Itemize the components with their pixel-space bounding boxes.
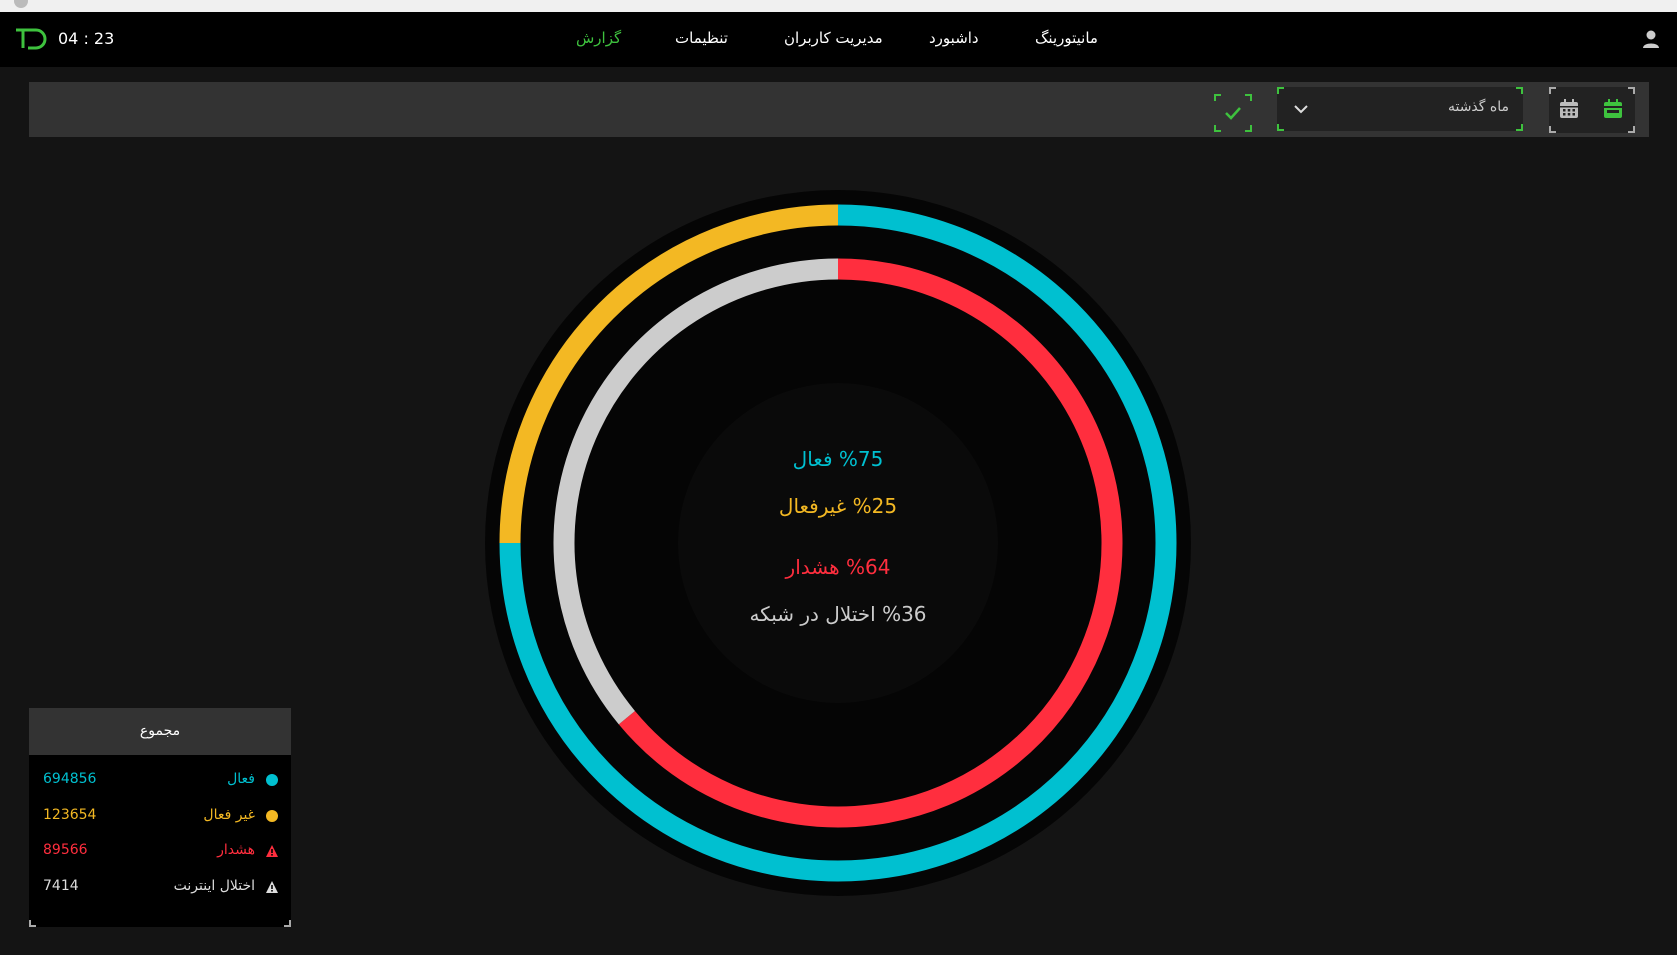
top-navbar: 04 : 23 مانیتورینگ داشبورد مدیریت کاربرا…: [0, 12, 1677, 67]
nav-report[interactable]: گزارش: [576, 29, 621, 47]
summary-row: هشدار 89566: [29, 839, 291, 863]
logo-icon: [16, 28, 47, 50]
center-label-inactive: %25 غیرفعال: [778, 494, 898, 518]
period-select-value: ماه گذشته: [1447, 99, 1509, 115]
donut-center-disc: [678, 383, 998, 703]
summary-value: 7414: [43, 878, 79, 894]
window-icon: [14, 0, 28, 8]
center-label-warning: %64 هشدار: [785, 555, 891, 579]
nav-monitoring[interactable]: مانیتورینگ: [1035, 29, 1098, 47]
summary-label: اختلال اینترنت: [173, 878, 255, 894]
calendar-mode-group: [1549, 87, 1635, 133]
summary-value: 123654: [43, 807, 97, 823]
summary-label: فعال: [227, 771, 255, 787]
chevron-down-icon: [1294, 105, 1308, 114]
nav-settings[interactable]: تنظیمات: [675, 29, 728, 47]
check-icon: [1225, 107, 1241, 120]
period-select[interactable]: ماه گذشته: [1277, 87, 1523, 131]
apply-button[interactable]: [1214, 94, 1252, 132]
dot-icon: [266, 774, 278, 786]
summary-panel: مجموع فعال 694856 غیر فعال 123654 هشدار …: [29, 708, 291, 927]
summary-row: غیر فعال 123654: [29, 804, 291, 828]
summary-label: هشدار: [217, 842, 255, 858]
calendar-today-icon[interactable]: [1601, 97, 1625, 121]
clock: 04 : 23: [58, 29, 115, 48]
center-label-network: %36 اختلال در شبکه: [749, 602, 927, 626]
nav-dashboard[interactable]: داشبورد: [929, 29, 979, 47]
warning-icon: [266, 845, 278, 857]
summary-row: اختلال اینترنت 7414: [29, 875, 291, 899]
summary-row: فعال 694856: [29, 768, 291, 792]
summary-value: 89566: [43, 842, 88, 858]
summary-label: غیر فعال: [203, 807, 255, 823]
summary-title: مجموع: [29, 708, 291, 755]
donut-chart: [485, 190, 1191, 896]
user-icon[interactable]: [1640, 28, 1662, 50]
dot-icon: [266, 810, 278, 822]
window-titlebar: [0, 0, 1677, 12]
warning-icon: [266, 881, 278, 893]
summary-value: 694856: [43, 771, 97, 787]
center-label-active: %75 فعال: [792, 447, 884, 471]
calendar-range-icon[interactable]: [1557, 97, 1581, 121]
nav-user-management[interactable]: مدیریت کاربران: [784, 29, 883, 47]
